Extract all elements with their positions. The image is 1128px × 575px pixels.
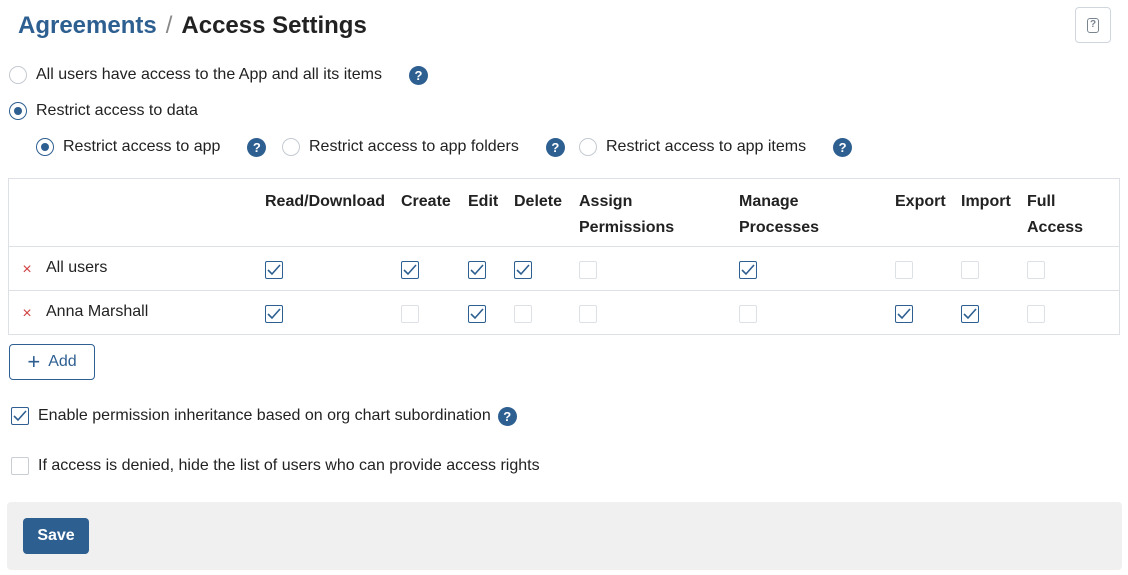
column-header: Create [401, 193, 451, 210]
remove-icon[interactable]: × [20, 261, 34, 279]
radio-button[interactable] [9, 102, 27, 120]
radio-label: All users have access to the App and all… [36, 66, 382, 83]
help-icon[interactable]: ? [545, 137, 565, 157]
permission-checkbox[interactable] [265, 261, 283, 279]
column-header: Edit [468, 193, 499, 210]
hide-users-label: If access is denied, hide the list of us… [38, 457, 540, 474]
permission-checkbox[interactable] [514, 305, 532, 323]
breadcrumb-separator: / [165, 12, 173, 39]
radio-button[interactable] [282, 138, 300, 156]
permission-checkbox[interactable] [739, 261, 757, 279]
add-button[interactable]: + Add [9, 344, 95, 380]
check-icon [13, 410, 27, 422]
radio-label: Restrict access to app [63, 138, 221, 155]
help-icon[interactable]: ? [247, 137, 267, 157]
help-icon[interactable]: ? [497, 406, 517, 426]
permission-checkbox[interactable] [1027, 305, 1045, 323]
permission-checkbox[interactable] [961, 305, 979, 323]
check-icon [741, 264, 755, 276]
column-header: Assign Permissions [579, 193, 675, 236]
save-button[interactable]: Save [23, 518, 89, 554]
radio-label: Restrict access to data [36, 102, 198, 119]
page-title: Access Settings [181, 12, 367, 39]
permission-checkbox[interactable] [895, 261, 913, 279]
hide-users-checkbox[interactable] [11, 457, 29, 475]
help-icon[interactable]: ? [408, 65, 428, 85]
radio-restrict-items[interactable]: Restrict access to app items ? [579, 137, 853, 157]
radio-all-users-access[interactable]: All users have access to the App and all… [9, 65, 428, 85]
check-icon [897, 308, 911, 320]
radio-button[interactable] [579, 138, 597, 156]
column-header: Export [895, 193, 946, 210]
permission-checkbox[interactable] [579, 261, 597, 279]
permission-checkbox[interactable] [579, 305, 597, 323]
check-icon [403, 264, 417, 276]
column-header: Manage Processes [739, 193, 820, 236]
permission-checkbox[interactable] [468, 305, 486, 323]
radio-restrict-app[interactable]: Restrict access to app ? [36, 137, 267, 157]
question-box-icon: ? [1087, 17, 1099, 33]
column-header: Full Access [1027, 193, 1084, 236]
permission-checkbox[interactable] [961, 261, 979, 279]
column-header: Read/Download [265, 193, 386, 210]
check-icon [516, 264, 530, 276]
permission-checkbox[interactable] [739, 305, 757, 323]
footer-bar: Save [7, 502, 1122, 570]
radio-label: Restrict access to app items [606, 138, 807, 155]
permission-checkbox[interactable] [468, 261, 486, 279]
add-button-label: Add [48, 353, 77, 370]
permission-checkbox[interactable] [895, 305, 913, 323]
option-inheritance[interactable]: Enable permission inheritance based on o… [11, 406, 517, 426]
check-icon [963, 308, 977, 320]
inheritance-label: Enable permission inheritance based on o… [38, 407, 491, 424]
column-header: Delete [514, 193, 563, 210]
check-icon [470, 264, 484, 276]
plus-icon: + [27, 349, 41, 374]
radio-label: Restrict access to app folders [309, 138, 519, 155]
radio-button[interactable] [36, 138, 54, 156]
permission-checkbox[interactable] [1027, 261, 1045, 279]
row-user-name: All users [46, 259, 108, 276]
check-icon [267, 308, 281, 320]
table-row: × Anna Marshall [9, 292, 1119, 335]
permission-checkbox[interactable] [265, 305, 283, 323]
permission-checkbox[interactable] [514, 261, 532, 279]
check-icon [267, 264, 281, 276]
radio-restrict-folders[interactable]: Restrict access to app folders ? [282, 137, 565, 157]
check-icon [470, 308, 484, 320]
breadcrumb-parent-link[interactable]: Agreements [18, 12, 157, 40]
inheritance-checkbox[interactable] [11, 407, 29, 425]
help-icon[interactable]: ? [833, 137, 853, 157]
breadcrumb: Agreements / Access Settings [18, 10, 367, 42]
table-header: Read/Download Create Edit Delete Assign … [9, 179, 1119, 247]
permission-checkbox[interactable] [401, 261, 419, 279]
radio-button[interactable] [9, 66, 27, 84]
permissions-table: Read/Download Create Edit Delete Assign … [8, 178, 1120, 335]
help-button[interactable]: ? [1075, 7, 1111, 43]
permission-checkbox[interactable] [401, 305, 419, 323]
row-user-name: Anna Marshall [46, 303, 149, 320]
radio-restrict-access[interactable]: Restrict access to data [9, 101, 198, 121]
option-hide-users[interactable]: If access is denied, hide the list of us… [11, 456, 540, 476]
table-row: × All users [9, 248, 1119, 291]
remove-icon[interactable]: × [20, 305, 34, 323]
column-header: Import [961, 193, 1011, 210]
